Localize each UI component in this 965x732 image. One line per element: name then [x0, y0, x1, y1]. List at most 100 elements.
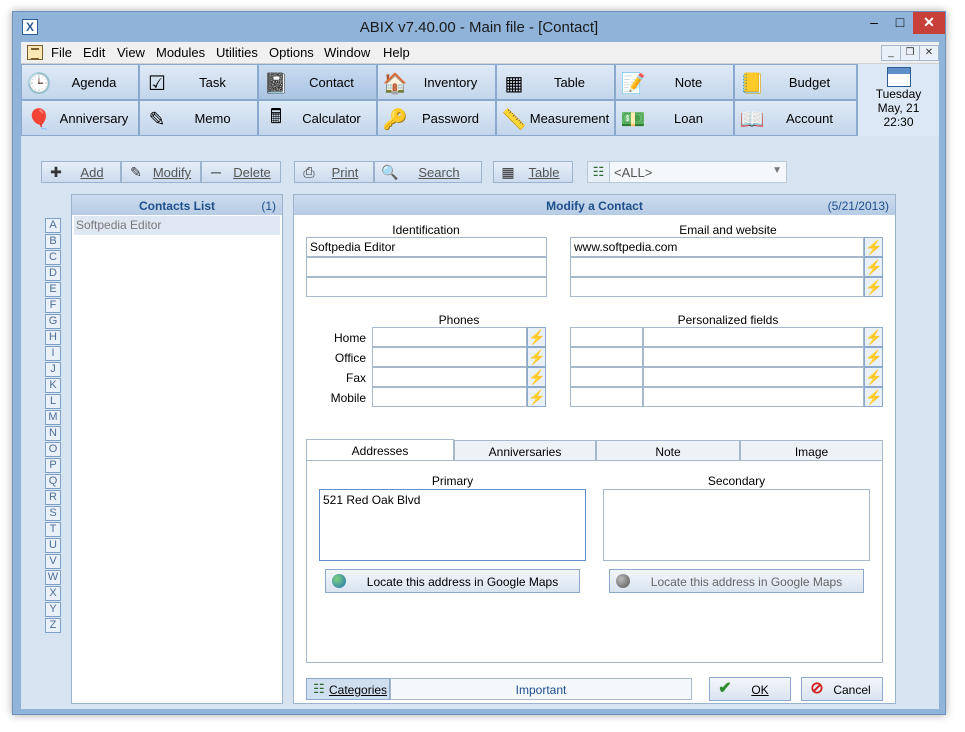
alpha-C[interactable]: C — [45, 250, 61, 265]
lightning-icon[interactable]: ⚡ — [527, 367, 546, 387]
alpha-V[interactable]: V — [45, 554, 61, 569]
custom-field-value-3[interactable] — [643, 367, 864, 387]
search-button[interactable]: 🔍 Search — [374, 161, 482, 183]
alpha-J[interactable]: J — [45, 362, 61, 377]
alpha-L[interactable]: L — [45, 394, 61, 409]
phone-office-field[interactable] — [372, 347, 527, 367]
alpha-Q[interactable]: Q — [45, 474, 61, 489]
menu-view[interactable]: View — [117, 45, 145, 60]
list-item[interactable]: Softpedia Editor — [74, 216, 280, 235]
modify-button[interactable]: ✎ Modify — [121, 161, 201, 183]
menu-file[interactable]: File — [51, 45, 72, 60]
alpha-R[interactable]: R — [45, 490, 61, 505]
lightning-icon[interactable]: ⚡ — [864, 257, 883, 277]
add-button[interactable]: ✚ Add — [41, 161, 121, 183]
lightning-icon[interactable]: ⚡ — [864, 387, 883, 407]
alpha-S[interactable]: S — [45, 506, 61, 521]
lightning-icon[interactable]: ⚡ — [864, 327, 883, 347]
email-field-1[interactable]: www.softpedia.com — [570, 237, 864, 257]
alpha-Z[interactable]: Z — [45, 618, 61, 633]
identification-field-1[interactable]: Softpedia Editor — [306, 237, 547, 257]
menu-modules[interactable]: Modules — [156, 45, 205, 60]
module-contact[interactable]: 📓 Contact — [258, 64, 377, 100]
email-field-2[interactable] — [570, 257, 864, 277]
primary-address-field[interactable]: 521 Red Oak Blvd — [319, 489, 586, 561]
alpha-H[interactable]: H — [45, 330, 61, 345]
cancel-button[interactable]: ⊘ Cancel — [801, 677, 883, 701]
menu-window[interactable]: Window — [324, 45, 370, 60]
lightning-icon[interactable]: ⚡ — [527, 327, 546, 347]
module-measurement[interactable]: 📏 Measurement — [496, 100, 615, 136]
phone-mobile-field[interactable] — [372, 387, 527, 407]
custom-field-name-2[interactable] — [570, 347, 643, 367]
mdi-minimize-button[interactable]: _ — [881, 45, 901, 61]
ok-button[interactable]: ✔ OK — [709, 677, 791, 701]
identification-field-2[interactable] — [306, 257, 547, 277]
alpha-O[interactable]: O — [45, 442, 61, 457]
custom-field-name-4[interactable] — [570, 387, 643, 407]
alpha-G[interactable]: G — [45, 314, 61, 329]
title-bar[interactable]: X ABIX v7.40.00 - Main file - [Contact] … — [13, 12, 945, 42]
module-loan[interactable]: 💵 Loan — [615, 100, 734, 136]
alpha-N[interactable]: N — [45, 426, 61, 441]
alpha-P[interactable]: P — [45, 458, 61, 473]
custom-field-value-1[interactable] — [643, 327, 864, 347]
alpha-X[interactable]: X — [45, 586, 61, 601]
alpha-W[interactable]: W — [45, 570, 61, 585]
locate-primary-button[interactable]: Locate this address in Google Maps — [325, 569, 580, 593]
alpha-T[interactable]: T — [45, 522, 61, 537]
custom-field-name-1[interactable] — [570, 327, 643, 347]
alpha-U[interactable]: U — [45, 538, 61, 553]
tab-image[interactable]: Image — [740, 440, 883, 461]
module-account[interactable]: 📖 Account — [734, 100, 857, 136]
alpha-D[interactable]: D — [45, 266, 61, 281]
alpha-M[interactable]: M — [45, 410, 61, 425]
locate-secondary-button[interactable]: Locate this address in Google Maps — [609, 569, 864, 593]
print-button[interactable]: ⎙ Print — [294, 161, 374, 183]
category-field[interactable]: Important — [390, 678, 692, 700]
tab-anniversaries[interactable]: Anniversaries — [454, 440, 596, 461]
date-display[interactable]: Tuesday May, 21 22:30 — [857, 64, 939, 136]
custom-field-name-3[interactable] — [570, 367, 643, 387]
module-memo[interactable]: ✎ Memo — [139, 100, 258, 136]
tab-note[interactable]: Note — [596, 440, 740, 461]
email-field-3[interactable] — [570, 277, 864, 297]
alpha-E[interactable]: E — [45, 282, 61, 297]
secondary-address-field[interactable] — [603, 489, 870, 561]
module-note[interactable]: 📝 Note — [615, 64, 734, 100]
menu-options[interactable]: Options — [269, 45, 314, 60]
mdi-close-button[interactable]: ✕ — [919, 45, 939, 61]
menu-help[interactable]: Help — [383, 45, 410, 60]
module-agenda[interactable]: 🕒 Agenda — [21, 64, 139, 100]
module-budget[interactable]: 📒 Budget — [734, 64, 857, 100]
alpha-I[interactable]: I — [45, 346, 61, 361]
document-icon[interactable] — [27, 45, 43, 60]
tab-addresses[interactable]: Addresses — [306, 439, 454, 461]
module-password[interactable]: 🔑 Password — [377, 100, 496, 136]
module-calculator[interactable]: 🖩 Calculator — [258, 100, 377, 136]
module-task[interactable]: ☑ Task — [139, 64, 258, 100]
module-anniversary[interactable]: 🎈 Anniversary — [21, 100, 139, 136]
delete-button[interactable]: ─ Delete — [201, 161, 281, 183]
lightning-icon[interactable]: ⚡ — [864, 277, 883, 297]
lightning-icon[interactable]: ⚡ — [864, 347, 883, 367]
alpha-F[interactable]: F — [45, 298, 61, 313]
module-table[interactable]: ▦ Table — [496, 64, 615, 100]
phone-fax-field[interactable] — [372, 367, 527, 387]
mdi-restore-button[interactable]: ❐ — [900, 45, 920, 61]
close-button[interactable]: ✕ — [913, 12, 945, 34]
category-filter-select[interactable]: ☷ <ALL> ▼ — [587, 161, 787, 183]
alpha-Y[interactable]: Y — [45, 602, 61, 617]
phone-home-field[interactable] — [372, 327, 527, 347]
minimize-button[interactable]: – — [861, 12, 887, 34]
alpha-B[interactable]: B — [45, 234, 61, 249]
menu-utilities[interactable]: Utilities — [216, 45, 258, 60]
custom-field-value-4[interactable] — [643, 387, 864, 407]
alpha-A[interactable]: A — [45, 218, 61, 233]
maximize-button[interactable]: □ — [887, 12, 913, 34]
module-inventory[interactable]: 🏠 Inventory — [377, 64, 496, 100]
menu-edit[interactable]: Edit — [83, 45, 105, 60]
categories-button[interactable]: ☷ Categories — [306, 678, 390, 700]
identification-field-3[interactable] — [306, 277, 547, 297]
lightning-icon[interactable]: ⚡ — [864, 237, 883, 257]
